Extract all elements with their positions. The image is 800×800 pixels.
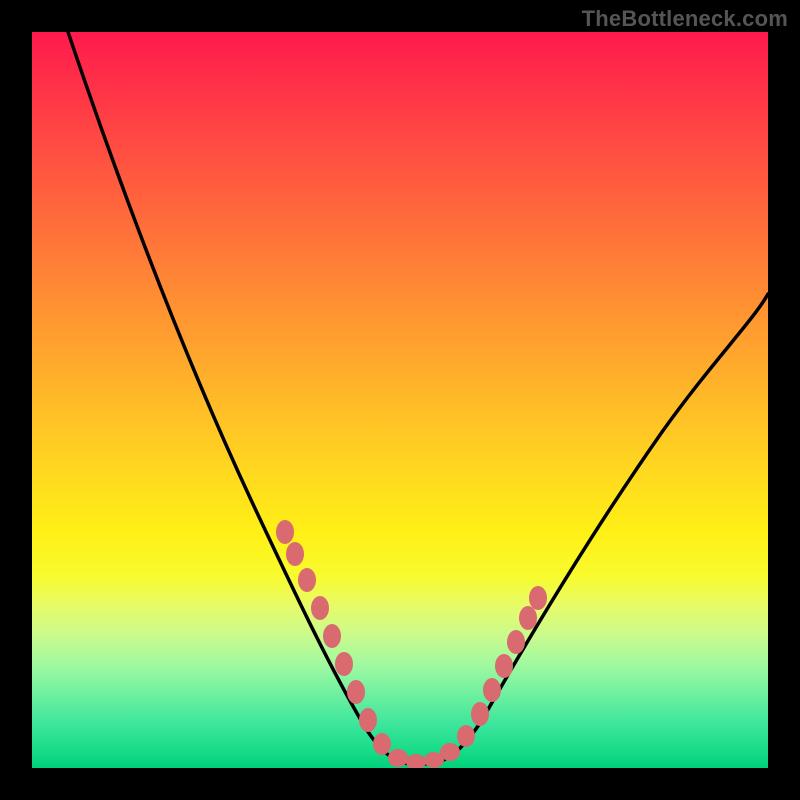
plot-area — [32, 32, 768, 768]
chart-frame: TheBottleneck.com — [0, 0, 800, 800]
highlight-dots — [276, 520, 547, 768]
bottleneck-curve — [32, 32, 768, 768]
curve-path — [68, 32, 768, 764]
watermark-text: TheBottleneck.com — [582, 6, 788, 32]
